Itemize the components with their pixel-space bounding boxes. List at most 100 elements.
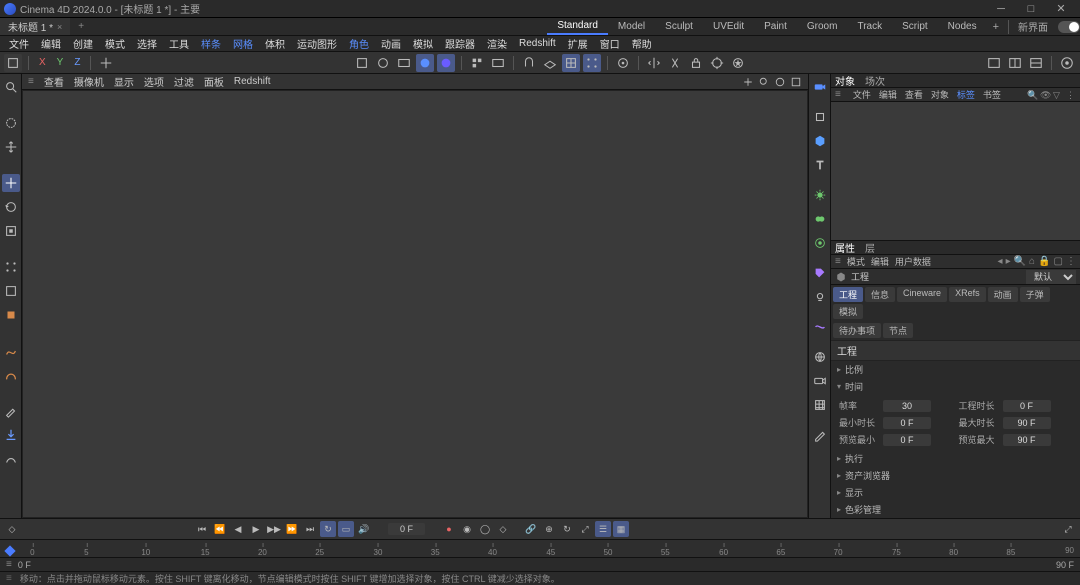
render-view-icon[interactable] — [374, 54, 392, 72]
am-lock-icon[interactable]: 🔒 — [1038, 256, 1050, 267]
am-search-icon[interactable]: 🔍 — [1014, 256, 1026, 267]
expand-timeline-icon[interactable]: ⤢ — [1060, 521, 1076, 537]
maxlen-input[interactable] — [1003, 417, 1051, 429]
vp-menu-redshift[interactable]: Redshift — [234, 76, 271, 87]
scale-mode-icon[interactable] — [2, 222, 20, 240]
mograph-tool-icon[interactable] — [811, 318, 829, 336]
symmetry-icon[interactable] — [645, 54, 663, 72]
layout-new-label[interactable]: 新界面 — [1012, 19, 1054, 34]
vp-menu-camera[interactable]: 摄像机 — [74, 74, 104, 89]
vp-menu-panel[interactable]: 面板 — [204, 74, 224, 89]
commander-icon[interactable] — [1058, 54, 1076, 72]
attr-tab-bullet[interactable]: 子弹 — [1020, 287, 1050, 302]
om-ham-icon[interactable]: ≡ — [835, 89, 841, 100]
menu-render[interactable]: 渲染 — [482, 36, 512, 51]
attr-tab-xrefs[interactable]: XRefs — [949, 287, 986, 302]
field-tool-icon[interactable] — [811, 234, 829, 252]
layout-tab-standard[interactable]: Standard — [547, 18, 608, 35]
vp-menu-options[interactable]: 选项 — [144, 74, 164, 89]
param-key-icon[interactable]: ☰ — [595, 521, 611, 537]
document-tab-close-icon[interactable]: × — [57, 22, 62, 32]
render-settings-icon[interactable] — [416, 54, 434, 72]
null-tool-icon[interactable] — [811, 108, 829, 126]
range-icon[interactable]: ▭ — [338, 521, 354, 537]
range-start[interactable]: 0 F — [18, 560, 31, 570]
close-button[interactable]: ✕ — [1046, 1, 1076, 17]
polys-mode-icon[interactable] — [2, 306, 20, 324]
timeline-ruler[interactable]: 0 5 10 15 20 25 30 35 40 45 50 55 60 65 … — [0, 539, 1080, 557]
tag-tool-icon[interactable] — [811, 264, 829, 282]
frame-display[interactable]: 0 F — [388, 523, 425, 535]
layout2-icon[interactable] — [1006, 54, 1024, 72]
am-menu-userdata[interactable]: 用户数据 — [895, 255, 931, 268]
om-menu-file[interactable]: 文件 — [853, 88, 871, 101]
edges-mode-icon[interactable] — [2, 282, 20, 300]
om-menu-bookmarks[interactable]: 书签 — [983, 88, 1001, 101]
menu-redshift[interactable]: Redshift — [514, 38, 561, 49]
om-menu-tags[interactable]: 标签 — [957, 88, 975, 101]
menu-mograph[interactable]: 运动图形 — [292, 36, 342, 51]
new-tab-button[interactable]: + — [70, 21, 92, 32]
mode-select[interactable]: 默认 — [1026, 270, 1076, 284]
am-ham-icon[interactable]: ≡ — [835, 256, 841, 267]
playhead-icon[interactable] — [4, 545, 15, 556]
edit-pencil-icon[interactable] — [811, 426, 829, 444]
range-end[interactable]: 90 F — [1056, 560, 1074, 570]
coord-system-icon[interactable] — [97, 54, 115, 72]
projlen-input[interactable] — [1003, 400, 1051, 412]
am-menu-icon[interactable]: ⋮ — [1066, 256, 1076, 267]
camera2-tool-icon[interactable] — [811, 372, 829, 390]
asset-icon[interactable] — [729, 54, 747, 72]
vp-toggle-icon[interactable] — [790, 76, 802, 88]
tab-objects[interactable]: 对象 — [835, 74, 855, 88]
attr-tab-anim[interactable]: 动画 — [988, 287, 1018, 302]
lock-icon[interactable] — [687, 54, 705, 72]
tab-attributes[interactable]: 属性 — [835, 240, 855, 255]
menu-simulate[interactable]: 模拟 — [408, 36, 438, 51]
record-icon[interactable]: ● — [441, 521, 457, 537]
tab-layers[interactable]: 层 — [865, 240, 875, 255]
menu-extensions[interactable]: 扩展 — [563, 36, 593, 51]
viewport[interactable] — [22, 90, 808, 518]
section-display[interactable]: 显示 — [831, 484, 1080, 501]
vp-nav-rotate-icon[interactable] — [774, 76, 786, 88]
workplane-icon[interactable] — [541, 54, 559, 72]
loop-icon[interactable]: ↻ — [320, 521, 336, 537]
camera-tool-icon[interactable] — [811, 78, 829, 96]
vp-nav-zoom-icon[interactable] — [758, 76, 770, 88]
ham-icon[interactable]: ≡ — [28, 76, 34, 87]
text-tool-icon[interactable] — [811, 156, 829, 174]
render-active-icon[interactable] — [437, 54, 455, 72]
quantize-icon[interactable] — [562, 54, 580, 72]
menu-file[interactable]: 文件 — [4, 36, 34, 51]
place-tool-icon[interactable] — [2, 426, 20, 444]
goto-end-icon[interactable]: ⏭ — [302, 521, 318, 537]
softselect-icon[interactable] — [614, 54, 632, 72]
attr-tab-nodes[interactable]: 节点 — [883, 323, 913, 338]
om-eye-icon[interactable]: 👁 — [1040, 90, 1050, 100]
brush-tool-icon[interactable] — [2, 402, 20, 420]
vp-menu-view[interactable]: 查看 — [44, 74, 64, 89]
prev-key-icon[interactable]: ⏪ — [212, 521, 228, 537]
minimize-button[interactable]: ─ — [986, 1, 1016, 17]
bezier-tool-icon[interactable] — [2, 366, 20, 384]
goto-start-icon[interactable]: ⏮ — [194, 521, 210, 537]
layout-tab-track[interactable]: Track — [847, 18, 892, 35]
layout-toggle[interactable] — [1058, 21, 1080, 33]
sound-icon[interactable]: 🔊 — [356, 521, 372, 537]
am-menu-mode[interactable]: 模式 — [847, 255, 865, 268]
layout-tab-nodes[interactable]: Nodes — [938, 18, 987, 35]
om-menu-icon[interactable]: ⋮ — [1066, 90, 1076, 100]
maximize-button[interactable]: □ — [1016, 1, 1046, 17]
layout3-icon[interactable] — [1027, 54, 1045, 72]
layout-tab-groom[interactable]: Groom — [797, 18, 848, 35]
live-select-icon[interactable] — [2, 114, 20, 132]
axis-y-toggle[interactable]: Y — [53, 57, 68, 68]
menu-volume[interactable]: 体积 — [260, 36, 290, 51]
snap-grid-icon[interactable] — [583, 54, 601, 72]
three-lines-icon[interactable]: ≡ — [6, 559, 12, 570]
keyopt1-icon[interactable]: ◯ — [477, 521, 493, 537]
layout-tab-paint[interactable]: Paint — [754, 18, 797, 35]
tab-takes[interactable]: 场次 — [865, 74, 885, 88]
menu-animate[interactable]: 动画 — [376, 36, 406, 51]
